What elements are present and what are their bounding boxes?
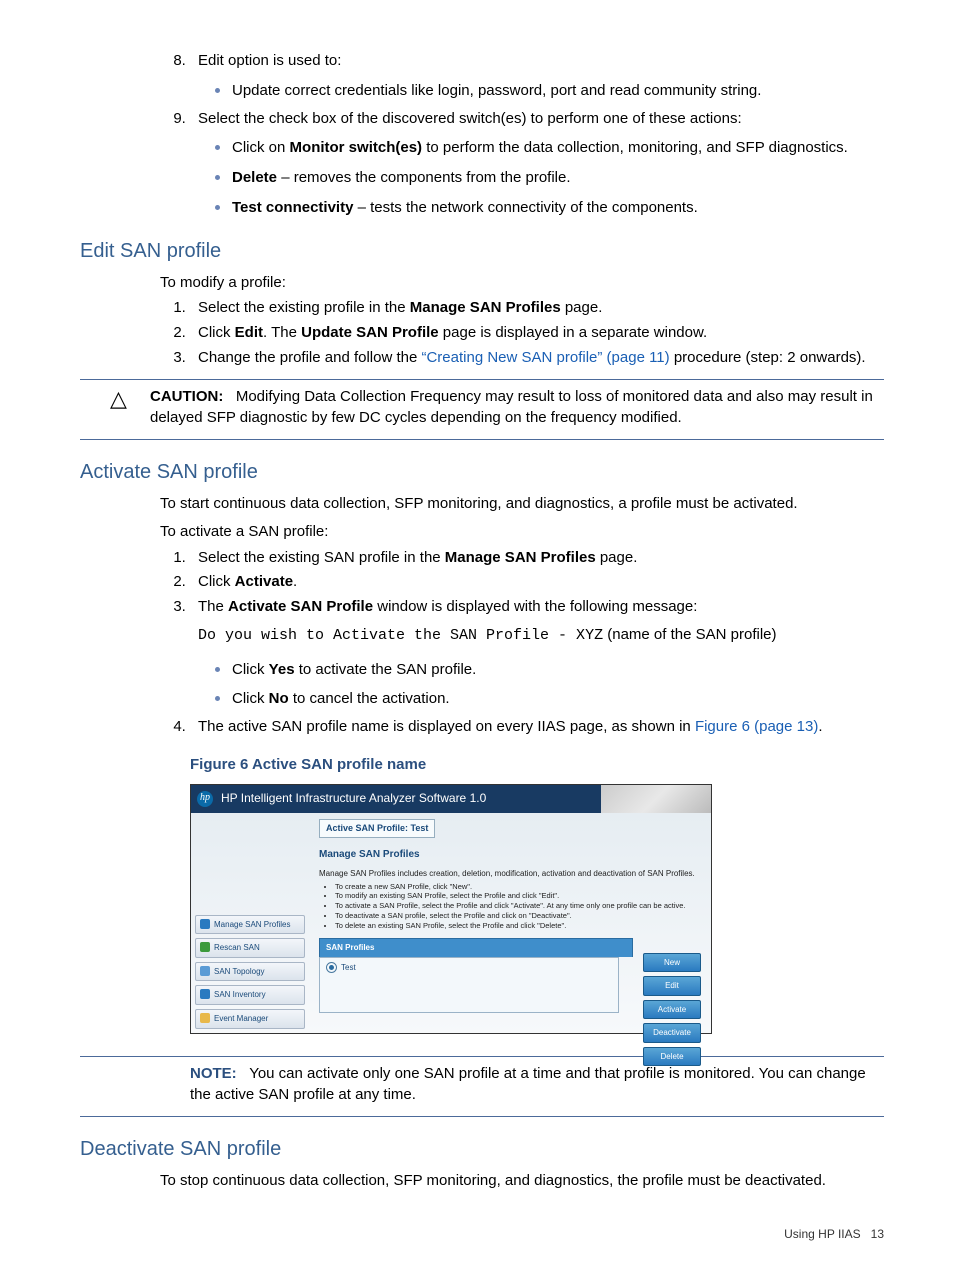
hp-logo-icon: hp [197,791,213,807]
page-footer: Using HP IIAS 13 [80,1226,884,1243]
activate-step-3: The Activate SAN Profile window is displ… [190,596,884,710]
fig-desc: Manage SAN Profiles includes creation, d… [319,868,701,880]
item9-bullets: Click on Monitor switch(es) to perform t… [198,133,884,218]
note-block: NOTE: You can activate only one SAN prof… [190,1063,884,1107]
activate-sub-2: Click No to cancel the activation. [232,684,884,710]
edit-intro: To modify a profile: [160,272,884,294]
link-creating-new-san-profile[interactable]: “Creating New SAN profile” (page 11) [421,349,669,366]
fig-titlebar: hp HP Intelligent Infrastructure Analyze… [191,785,711,813]
fig-title-text: HP Intelligent Infrastructure Analyzer S… [221,790,486,807]
item9-bullet-3: Test connectivity – tests the network co… [232,193,884,219]
delete-button[interactable]: Delete [643,1047,701,1067]
edit-button[interactable]: Edit [643,976,701,996]
edit-step-2: Click Edit. The Update SAN Profile page … [190,322,884,344]
divider [80,439,884,440]
deactivate-button[interactable]: Deactivate [643,1023,701,1043]
item9-text: Select the check box of the discovered s… [198,110,742,127]
caution-block: △ CAUTION: Modifying Data Collection Fre… [80,386,884,430]
list-item-8: Edit option is used to: Update correct c… [190,50,884,102]
fig-header-image [601,785,711,813]
heading-edit-san-profile: Edit SAN profile [80,237,884,266]
active-san-profile-badge: Active SAN Profile: Test [319,819,435,838]
sidebar-item-manage-san-profiles[interactable]: Manage SAN Profiles [195,915,305,935]
new-button[interactable]: New [643,953,701,973]
caution-icon: △ [80,386,150,410]
list-item-9: Select the check box of the discovered s… [190,108,884,219]
note-text: You can activate only one SAN profile at… [190,1065,866,1104]
edit-steps: Select the existing profile in the Manag… [80,297,884,368]
fig-bullet-list: To create a new SAN Profile, click "New"… [319,882,701,931]
activate-p2: To activate a SAN profile: [160,521,884,543]
profile-row-label: Test [341,963,356,972]
deactivate-p1: To stop continuous data collection, SFP … [160,1170,884,1192]
footer-text: Using HP IIAS [784,1227,860,1241]
edit-step-1: Select the existing profile in the Manag… [190,297,884,319]
activate-step-1: Select the existing SAN profile in the M… [190,547,884,569]
fig-bul-2: To modify an existing SAN Profile, selec… [335,891,701,901]
edit-step-3: Change the profile and follow the “Creat… [190,347,884,369]
fig-bul-4: To deactivate a SAN profile, select the … [335,911,701,921]
activate-sub-1: Click Yes to activate the SAN profile. [232,655,884,681]
activate-sub-bullets: Click Yes to activate the SAN profile. C… [198,655,884,711]
item8-text: Edit option is used to: [198,52,341,69]
link-figure-6[interactable]: Figure 6 (page 13) [695,718,818,735]
sidebar-item-san-topology[interactable]: SAN Topology [195,962,305,982]
activate-button[interactable]: Activate [643,1000,701,1020]
activate-step-4: The active SAN profile name is displayed… [190,716,884,738]
caution-label: CAUTION: [150,388,223,405]
activate-p1: To start continuous data collection, SFP… [160,493,884,515]
heading-activate-san-profile: Activate SAN profile [80,458,884,487]
fig-button-stack: New Edit Activate Deactivate Delete [643,953,701,1067]
sidebar-item-san-inventory[interactable]: SAN Inventory [195,985,305,1005]
san-profiles-panel: Test [319,957,619,1013]
figure-6-caption: Figure 6 Active SAN profile name [190,754,884,776]
page-content: Edit option is used to: Update correct c… [80,50,884,1243]
fig-main: Active SAN Profile: Test Manage SAN Prof… [309,813,711,1033]
sidebar-item-event-manager[interactable]: Event Manager [195,1009,305,1029]
activate-code: Do you wish to Activate the SAN Profile … [198,627,603,644]
note-label: NOTE: [190,1065,237,1082]
fig-main-heading: Manage SAN Profiles [319,848,701,863]
item8-bullet-1: Update correct credentials like login, p… [232,76,884,102]
fig-bul-5: To delete an existing SAN Profile, selec… [335,921,701,931]
footer-page: 13 [871,1227,884,1241]
activate-step-2: Click Activate. [190,571,884,593]
fig-bul-3: To activate a SAN Profile, select the Pr… [335,901,701,911]
top-ordered-list: Edit option is used to: Update correct c… [80,50,884,219]
divider [80,379,884,380]
fig-bul-1: To create a new SAN Profile, click "New"… [335,882,701,892]
item9-bullet-2: Delete – removes the components from the… [232,163,884,189]
san-profiles-panel-header: SAN Profiles [319,938,633,957]
item9-bullet-1: Click on Monitor switch(es) to perform t… [232,133,884,159]
profile-radio[interactable] [326,962,337,973]
activate-steps: Select the existing SAN profile in the M… [80,547,884,738]
divider [80,1056,884,1057]
figure-6: hp HP Intelligent Infrastructure Analyze… [190,784,712,1034]
heading-deactivate-san-profile: Deactivate SAN profile [80,1135,884,1164]
divider [80,1116,884,1117]
caution-text: Modifying Data Collection Frequency may … [150,388,873,427]
sidebar-item-rescan-san[interactable]: Rescan SAN [195,938,305,958]
item8-bullets: Update correct credentials like login, p… [198,76,884,102]
fig-sidebar: Manage SAN Profiles Rescan SAN SAN Topol… [191,813,309,1033]
